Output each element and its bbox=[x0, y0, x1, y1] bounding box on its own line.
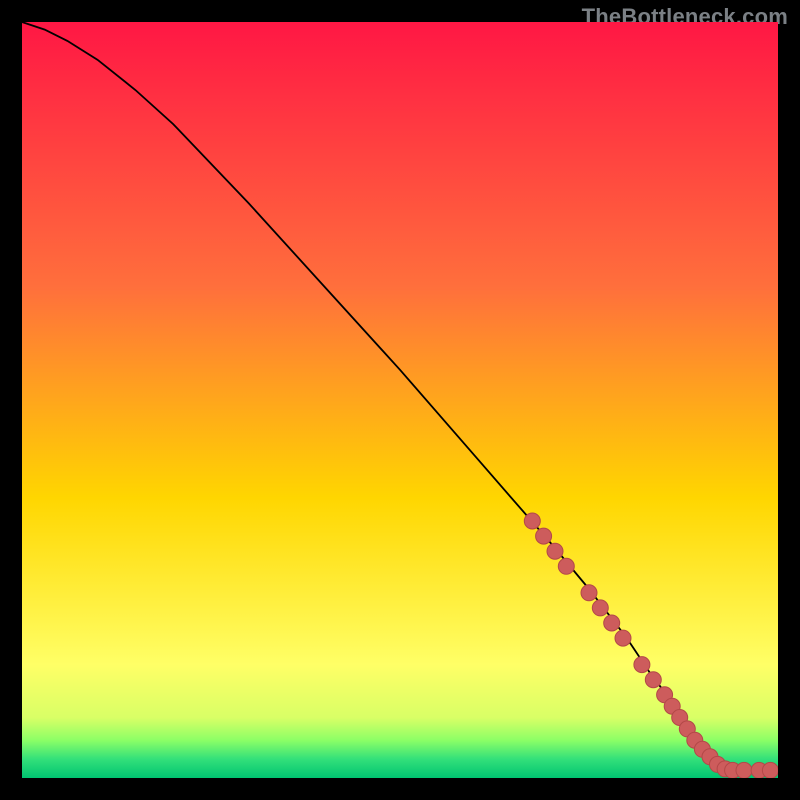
data-point bbox=[547, 543, 563, 559]
data-point bbox=[524, 513, 540, 529]
data-point bbox=[645, 672, 661, 688]
data-point bbox=[536, 528, 552, 544]
chart-frame: TheBottleneck.com bbox=[0, 0, 800, 800]
data-point bbox=[634, 657, 650, 673]
data-point bbox=[736, 762, 752, 778]
data-point bbox=[604, 615, 620, 631]
data-point bbox=[762, 762, 778, 778]
data-point bbox=[558, 558, 574, 574]
chart-plot bbox=[22, 22, 778, 778]
data-point bbox=[615, 630, 631, 646]
chart-background bbox=[22, 22, 778, 778]
data-point bbox=[592, 600, 608, 616]
data-point bbox=[581, 585, 597, 601]
